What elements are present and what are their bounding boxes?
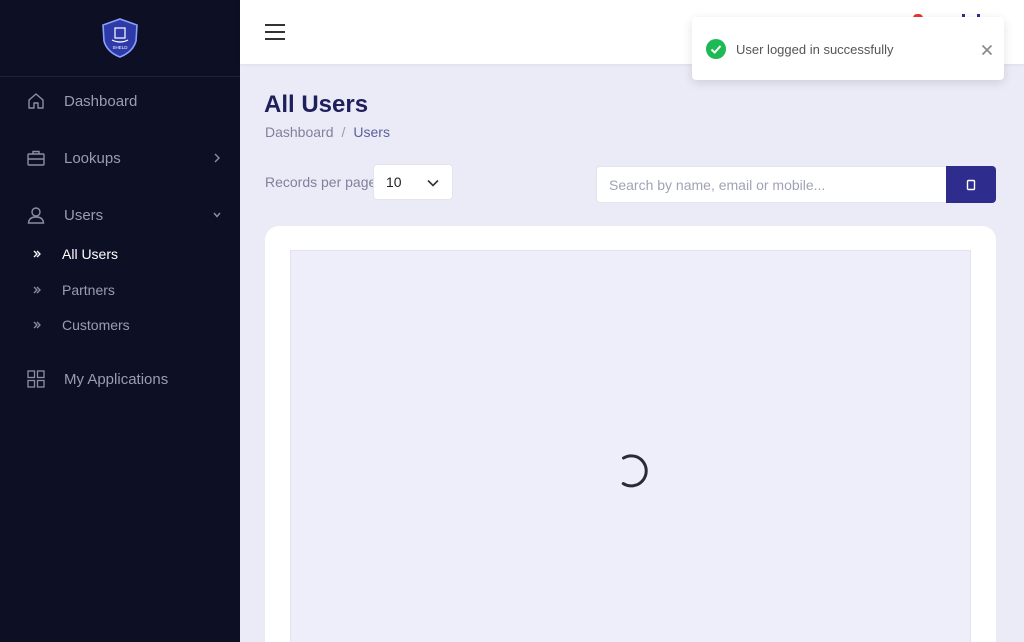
sidebar-item-label: Dashboard [64, 92, 138, 110]
sidebar-subitem-label: Partners [62, 282, 115, 298]
loading-spinner-icon [621, 454, 648, 488]
user-icon [27, 207, 45, 224]
hamburger-menu-icon[interactable] [264, 22, 286, 42]
grid-icon [27, 370, 45, 388]
chevron-double-right-icon [33, 250, 41, 258]
sidebar-subitem-customers[interactable]: Customers [0, 311, 240, 339]
sidebar: SHELD Dashboard Lookups Users All Users … [0, 0, 240, 642]
chevron-down-icon [213, 212, 221, 218]
chevron-down-icon [427, 179, 439, 187]
briefcase-icon [27, 150, 45, 166]
sidebar-item-users[interactable]: Users [0, 195, 240, 235]
search-icon [966, 179, 976, 190]
users-table-container [290, 250, 971, 642]
breadcrumb-users: Users [353, 124, 390, 140]
search-input[interactable] [596, 166, 947, 203]
shield-logo[interactable]: SHELD [100, 17, 140, 59]
records-per-page-label: Records per page [265, 174, 377, 190]
check-circle-icon [706, 39, 726, 59]
sidebar-item-lookups[interactable]: Lookups [0, 138, 240, 178]
success-toast: User logged in successfully [692, 17, 1004, 80]
sidebar-item-label: Lookups [64, 149, 121, 167]
sidebar-subitem-label: Customers [62, 317, 130, 333]
logo-area: SHELD [0, 0, 240, 77]
chevron-double-right-icon [33, 286, 41, 294]
close-icon[interactable] [981, 44, 993, 56]
svg-text:SHELD: SHELD [112, 45, 128, 50]
breadcrumb-dashboard[interactable]: Dashboard [265, 124, 334, 140]
home-icon [28, 93, 44, 109]
records-per-page-value: 10 [386, 174, 402, 190]
sidebar-item-label: Users [64, 206, 104, 224]
sidebar-subitem-all-users[interactable]: All Users [0, 240, 240, 268]
sidebar-subitem-partners[interactable]: Partners [0, 276, 240, 304]
toast-message: User logged in successfully [736, 42, 894, 57]
search-button[interactable] [946, 166, 996, 203]
sidebar-item-label: My Applications [64, 370, 169, 388]
breadcrumb-separator: / [341, 124, 346, 140]
chevron-right-icon [214, 153, 220, 163]
chevron-double-right-icon [33, 321, 41, 329]
records-per-page-select[interactable]: 10 [373, 164, 453, 200]
sidebar-item-my-applications[interactable]: My Applications [0, 359, 240, 399]
page-title: All Users [264, 91, 369, 118]
sidebar-subitem-label: All Users [62, 246, 119, 262]
sidebar-item-dashboard[interactable]: Dashboard [0, 81, 240, 121]
breadcrumb: Dashboard / Users [265, 124, 390, 140]
